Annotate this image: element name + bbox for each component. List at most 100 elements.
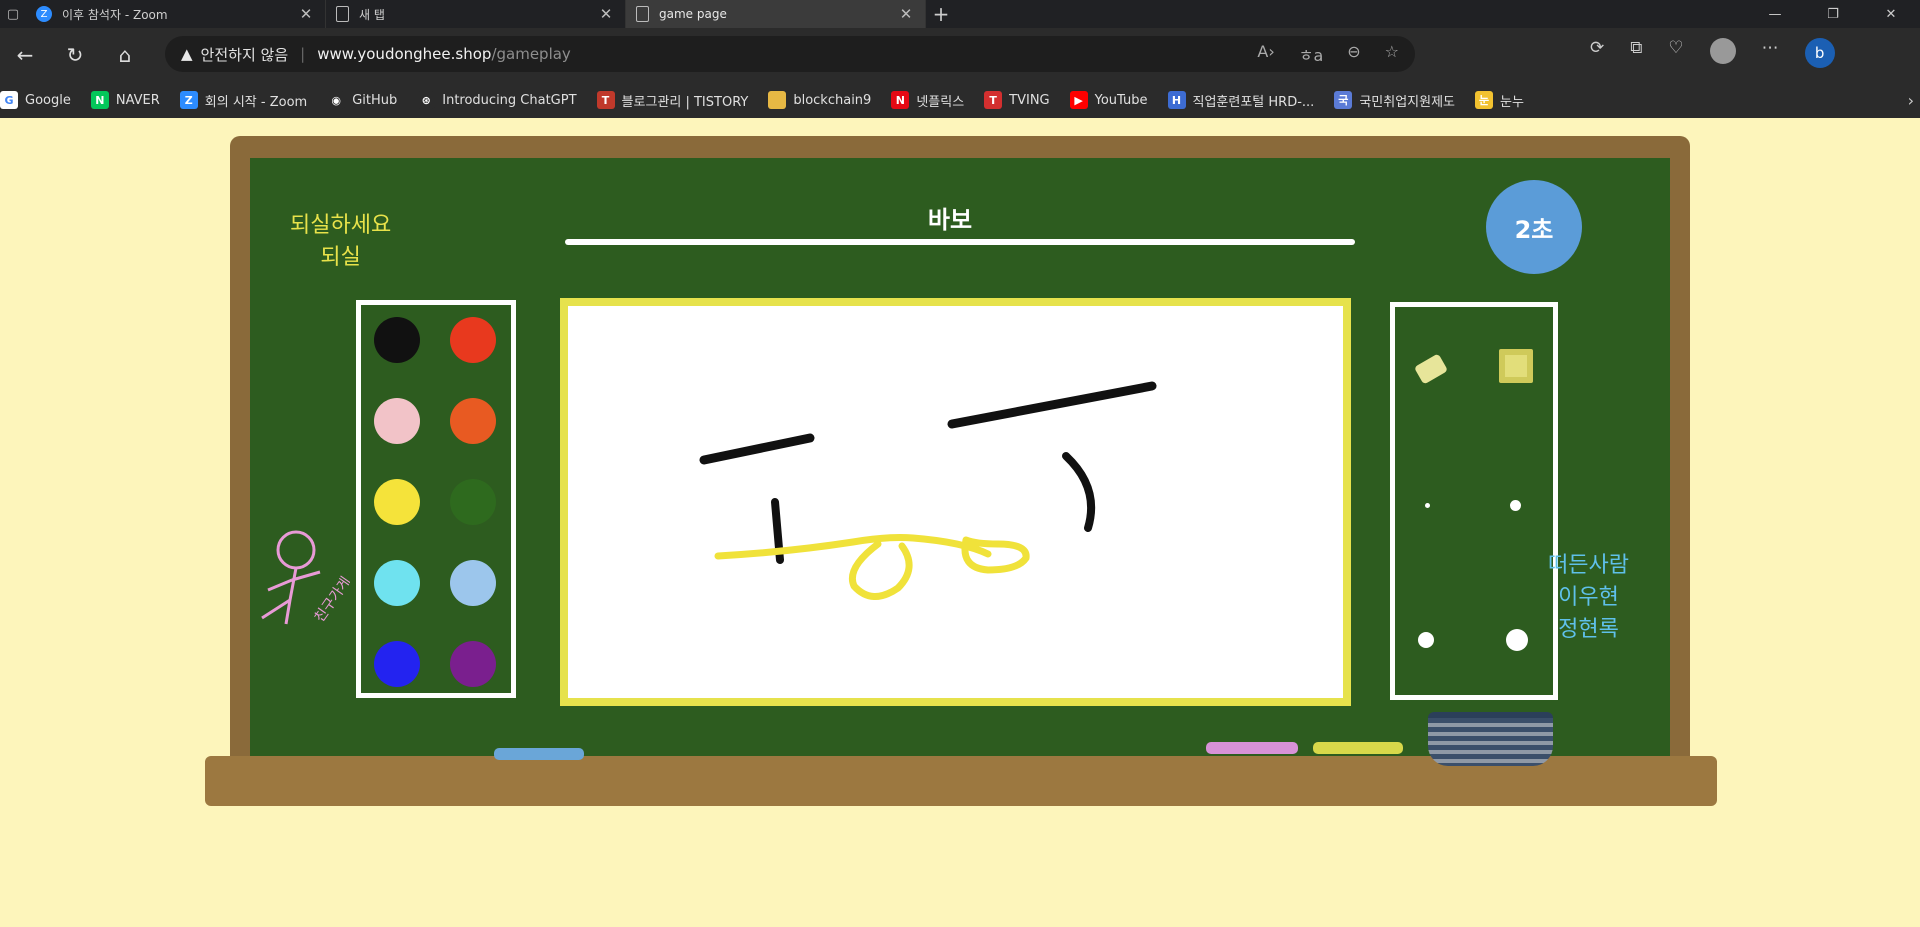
- read-aloud-icon[interactable]: A›: [1257, 42, 1274, 66]
- new-tab-button[interactable]: +: [926, 0, 956, 28]
- profile-avatar[interactable]: [1709, 38, 1736, 64]
- drawing-strokes: [699, 381, 1157, 600]
- close-icon[interactable]: ✕: [597, 5, 615, 23]
- heart-icon[interactable]: ♡: [1668, 38, 1683, 68]
- color-swatch[interactable]: [450, 479, 496, 525]
- close-icon[interactable]: ✕: [897, 5, 915, 23]
- refresh-icon[interactable]: ↻: [50, 35, 100, 75]
- address-bar[interactable]: ▲ 안전하지 않음 | www.youdonghee.shop/gameplay…: [165, 36, 1415, 72]
- more-icon[interactable]: ⋯: [1762, 38, 1779, 68]
- color-swatch[interactable]: [374, 479, 420, 525]
- netflix-icon: N: [891, 91, 910, 109]
- window-close-icon[interactable]: ✕: [1862, 0, 1920, 28]
- bookmark-item[interactable]: G Google: [0, 91, 71, 109]
- word-to-draw: 바보: [927, 206, 973, 234]
- bookmark-item[interactable]: blockchain9: [768, 91, 871, 109]
- color-swatch[interactable]: [374, 317, 420, 363]
- youtube-icon: ▶: [1069, 91, 1088, 109]
- new-tab-icon: [336, 6, 349, 22]
- naver-icon: N: [90, 91, 109, 109]
- players-title: 떠든사람: [1548, 553, 1629, 578]
- color-swatch[interactable]: [374, 398, 420, 444]
- favorite-star-icon[interactable]: ☆: [1385, 42, 1399, 66]
- tving-icon: T: [984, 91, 1003, 109]
- warning-icon: ▲: [181, 45, 193, 63]
- bookmark-label: 눈누: [1500, 94, 1524, 110]
- bookmark-label: 직업훈련포털 HRD-...: [1192, 94, 1315, 110]
- hrd-icon: H: [1167, 91, 1186, 109]
- bookmark-label: blockchain9: [793, 92, 872, 108]
- word-underline: [565, 239, 1355, 245]
- color-swatch[interactable]: [374, 641, 420, 687]
- home-icon[interactable]: ⌂: [100, 35, 150, 75]
- bing-icon[interactable]: b: [1804, 38, 1835, 68]
- tab-new-tab[interactable]: 새 탭 ✕: [326, 0, 626, 28]
- tool-panel: [1390, 302, 1558, 700]
- security-warning-text: 안전하지 않음: [200, 45, 289, 64]
- player-name: 이우현: [1558, 585, 1619, 610]
- bookmark-item[interactable]: N 넷플릭스: [891, 91, 964, 110]
- bookmark-item[interactable]: Z 회의 시작 - Zoom: [179, 91, 307, 110]
- bookmark-label: NAVER: [115, 92, 160, 108]
- browser-toolbar: ← ↻ ⌂ ▲ 안전하지 않음 | www.youdonghee.shop/ga…: [0, 28, 1920, 82]
- google-icon: G: [0, 91, 18, 109]
- back-icon[interactable]: ←: [0, 35, 50, 75]
- minimize-icon[interactable]: —: [1746, 0, 1804, 28]
- maximize-icon[interactable]: ❐: [1804, 0, 1862, 28]
- bookmark-item[interactable]: T TVING: [984, 91, 1050, 109]
- url-path: /gameplay: [491, 45, 571, 63]
- bookmark-label: Google: [25, 92, 71, 108]
- chalk-yellow: [1313, 742, 1403, 754]
- player-name: 정현록: [1558, 617, 1619, 642]
- bookmarks-overflow-icon[interactable]: ›: [1908, 91, 1914, 110]
- bookmark-item[interactable]: 눈 눈누: [1475, 91, 1524, 110]
- eraser-basket[interactable]: [1428, 712, 1553, 766]
- brush-size-medium[interactable]: [1510, 500, 1521, 511]
- bookmark-label: YouTube: [1094, 92, 1148, 108]
- bookmark-item[interactable]: H 직업훈련포털 HRD-...: [1167, 91, 1315, 110]
- zoom-icon: Z: [36, 6, 52, 22]
- color-swatch[interactable]: [374, 560, 420, 606]
- bookmark-item[interactable]: N NAVER: [90, 91, 160, 109]
- color-swatch[interactable]: [450, 398, 496, 444]
- chalk-blue: [494, 748, 584, 760]
- url-host: www.youdonghee.shop: [317, 45, 492, 63]
- tab-game-page[interactable]: game page ✕: [626, 0, 926, 28]
- bookmark-label: 블로그관리 | TISTORY: [621, 94, 749, 110]
- bookmark-label: Introducing ChatGPT: [442, 92, 577, 108]
- noonnu-icon: 눈: [1475, 91, 1493, 109]
- brush-size-xlarge[interactable]: [1506, 629, 1528, 651]
- bookmark-item[interactable]: T 블로그관리 | TISTORY: [596, 91, 749, 110]
- zoom-icon: Z: [179, 91, 198, 109]
- toolbar-right-icons: ⟳ ⧉ ♡ ⋯ b: [1590, 38, 1835, 68]
- bookmark-label: 넷플릭스: [916, 94, 965, 110]
- drawing-canvas[interactable]: [560, 298, 1351, 706]
- bookmark-item[interactable]: ◉ GitHub: [327, 91, 397, 109]
- translate-icon[interactable]: ㅎa: [1299, 42, 1324, 66]
- brush-size-large[interactable]: [1418, 632, 1434, 648]
- github-icon: ◉: [327, 91, 346, 109]
- page-icon: [636, 6, 649, 22]
- color-swatch[interactable]: [450, 317, 496, 363]
- corner-note-line1: 되실하세요: [290, 213, 392, 238]
- bookmark-item[interactable]: 국 국민취업지원제도: [1334, 91, 1455, 110]
- close-icon[interactable]: ✕: [297, 5, 315, 23]
- collections-icon[interactable]: ⧉: [1630, 38, 1642, 68]
- color-swatch[interactable]: [450, 641, 496, 687]
- chatgpt-icon: ⊛: [417, 91, 436, 109]
- sync-icon[interactable]: ⟳: [1590, 38, 1604, 68]
- bookmark-item[interactable]: ⊛ Introducing ChatGPT: [417, 91, 577, 109]
- bookmark-item[interactable]: ▶ YouTube: [1069, 91, 1148, 109]
- tab-zoom-attendees[interactable]: Z 이후 참석자 - Zoom ✕: [26, 0, 326, 28]
- chalk-pink: [1206, 742, 1298, 754]
- address-separator: |: [300, 45, 306, 63]
- eraser-icon[interactable]: [1411, 347, 1451, 387]
- color-swatch[interactable]: [450, 560, 496, 606]
- tab-actions-icon[interactable]: ▢: [0, 0, 26, 28]
- brush-size-small[interactable]: [1425, 503, 1430, 508]
- address-actions: A› ㅎa ⊖ ☆: [1257, 42, 1399, 66]
- tistory-icon: T: [596, 91, 615, 109]
- clear-trash-icon[interactable]: [1495, 345, 1535, 385]
- bookmark-label: GitHub: [352, 92, 398, 108]
- zoom-icon[interactable]: ⊖: [1347, 42, 1360, 66]
